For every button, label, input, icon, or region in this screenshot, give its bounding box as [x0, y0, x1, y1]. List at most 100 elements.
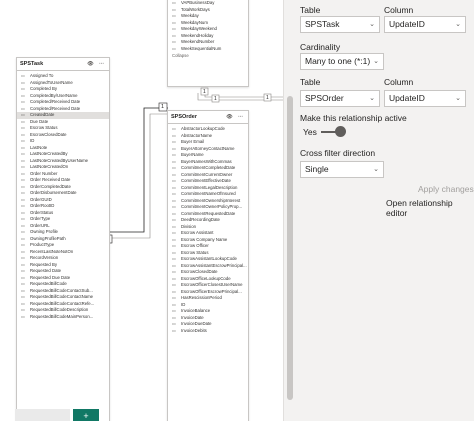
field-name: CommitmentNameOfInsured [181, 191, 236, 196]
table-select-1-value: SPSTask [305, 19, 340, 29]
field-name: Escrow Status [181, 249, 209, 255]
field-name: EscrowClosedDate [181, 269, 218, 274]
field-type-icon: ▭ [21, 300, 25, 306]
cardinality-select[interactable]: Many to one (*:1) ⌄ [300, 53, 384, 70]
field-name: BuyerName [181, 152, 204, 157]
spsorder-header[interactable]: SPSOrder 👁 ⋯ [168, 111, 248, 124]
sptask-header[interactable]: SPSTask 👁 ⋯ [17, 58, 109, 71]
cross-filter-select[interactable]: Single ⌄ [300, 161, 384, 178]
chevron-down-icon: ⌄ [369, 21, 375, 28]
add-page-button[interactable]: + [73, 409, 99, 421]
table-select-2-value: SPSOrder [305, 93, 344, 103]
field-name: Due Date [30, 118, 49, 124]
column-label-2: Column [384, 77, 414, 87]
field-type-icon: ▭ [172, 210, 176, 216]
field-name: Completed/Received Date [30, 105, 81, 111]
field-name: InvoiceDueDate [181, 321, 212, 326]
cardinality-value: Many to one (*:1) [305, 56, 371, 66]
field-name: VAPBusinessDay [181, 0, 215, 5]
field-name: InvoiceDebits [181, 327, 207, 333]
field-type-icon: ▭ [172, 308, 176, 313]
scrollbar-thumb[interactable] [287, 96, 293, 400]
field-row[interactable]: ▭ RequestedBillCodeMainPerson... [17, 314, 109, 321]
field-name: LastNoteCreatedOn [30, 164, 69, 169]
sptask-table-card[interactable]: SPSTask 👁 ⋯ ▭ Assigned To ▭ AssignedToUserN… [16, 57, 110, 421]
field-name: OrderCompletedDate [30, 183, 71, 189]
field-type-icon: ▭ [172, 295, 176, 300]
field-type-icon: ▭ [21, 138, 25, 143]
field-name: Escrow Assistant [181, 230, 214, 235]
table-label-2: Table [300, 77, 321, 87]
field-type-icon: ▭ [172, 243, 176, 248]
field-type-icon: ▭ [172, 6, 176, 12]
field-name: LastNote [30, 144, 48, 150]
cardinality-label: Cardinality [300, 42, 341, 52]
spsorder-table-card[interactable]: SPSOrder 👁 ⋯ ▭ AbstractorLookupCode ▭ Abstr… [167, 110, 249, 421]
field-row[interactable]: ▭ InvoiceDebits [168, 328, 248, 335]
chevron-down-icon: ⌄ [373, 166, 379, 173]
field-type-icon: ▭ [21, 209, 25, 215]
field-name: RequestedBillCode [30, 281, 67, 286]
field-name: EscrowOfficerEscrowPrincipal... [181, 288, 242, 294]
field-name: OrderRootID [30, 203, 55, 208]
chevron-down-icon: ⌄ [455, 21, 461, 28]
field-name: Weekday [181, 13, 199, 18]
chevron-down-icon: ⌄ [369, 95, 375, 102]
one-marker: 1 [203, 89, 206, 95]
field-name: OrderURL [30, 222, 50, 228]
field-name: Order Number [30, 170, 58, 176]
field-name: AbstractorName [181, 132, 213, 138]
active-value: Yes [303, 127, 317, 137]
field-type-icon: ▭ [21, 112, 25, 117]
field-type-icon: ▭ [172, 230, 176, 235]
field-name: OrderStatus [30, 209, 54, 215]
table-select-2[interactable]: SPSOrder ⌄ [300, 90, 380, 107]
field-name: OrderDisbursementDate [30, 190, 77, 195]
field-name: Owning Profile [30, 229, 58, 234]
field-name: HasRescissionPeriod [181, 295, 222, 300]
column-select-1[interactable]: UpdateID ⌄ [384, 16, 466, 33]
date-table-card[interactable]: ▭ VAPBusinessDay ▭ TotalWorkDays ▭ Weekday ▭ We… [167, 0, 249, 87]
field-type-icon: ▭ [172, 223, 176, 229]
field-name: Assigned To [30, 73, 54, 78]
field-type-icon: ▭ [172, 217, 176, 222]
page-tab[interactable] [15, 409, 70, 421]
field-type-icon: ▭ [172, 19, 176, 25]
open-relationship-editor-link[interactable]: Open relationship editor [386, 198, 474, 218]
active-toggle[interactable] [321, 126, 346, 138]
field-name: InvoiceBalance [181, 308, 211, 313]
one-marker: 1 [214, 96, 217, 102]
field-type-icon: ▭ [21, 307, 25, 312]
field-name: ID [30, 138, 35, 143]
field-type-icon: ▭ [172, 178, 176, 183]
field-row[interactable]: ▭ WeekSequentialNum [168, 46, 248, 53]
field-type-icon: ▭ [21, 235, 25, 241]
field-name: EscrowAssistantLookupCode [181, 256, 237, 261]
toggle-knob [335, 126, 346, 137]
apply-changes-button[interactable]: Apply changes [418, 184, 474, 194]
collapse-link[interactable]: Collapse [168, 52, 248, 59]
table-label-1: Table [300, 5, 321, 15]
field-name: TotalWorkDays [181, 6, 210, 12]
column-select-2[interactable]: UpdateID ⌄ [384, 90, 466, 107]
visibility-icon[interactable]: 👁 ⋯ [226, 114, 245, 120]
chevron-down-icon: ⌄ [455, 95, 461, 102]
field-type-icon: ▭ [172, 269, 176, 274]
visibility-icon[interactable]: 👁 ⋯ [87, 61, 106, 67]
field-type-icon: ▭ [21, 248, 25, 254]
field-name: WeekendNumber [181, 39, 215, 44]
field-type-icon: ▭ [21, 86, 25, 91]
field-name: RequestedBillCodeContactRefe... [30, 300, 95, 306]
field-type-icon: ▭ [172, 184, 176, 190]
table-select-1[interactable]: SPSTask ⌄ [300, 16, 380, 33]
field-type-icon: ▭ [21, 229, 25, 234]
field-name: OwningProfilePath [30, 235, 66, 241]
field-type-icon: ▭ [21, 118, 25, 124]
cross-filter-value: Single [305, 164, 329, 174]
field-name: Escrow Company Name [181, 236, 228, 242]
field-type-icon: ▭ [172, 26, 176, 31]
field-type-icon: ▭ [172, 152, 176, 157]
model-canvas[interactable]: * 1 1 1 1 ▭VAPBusinessDay▭TotalWorkDays▭… [0, 0, 283, 421]
field-type-icon: ▭ [21, 274, 25, 280]
field-type-icon: ▭ [172, 165, 176, 170]
